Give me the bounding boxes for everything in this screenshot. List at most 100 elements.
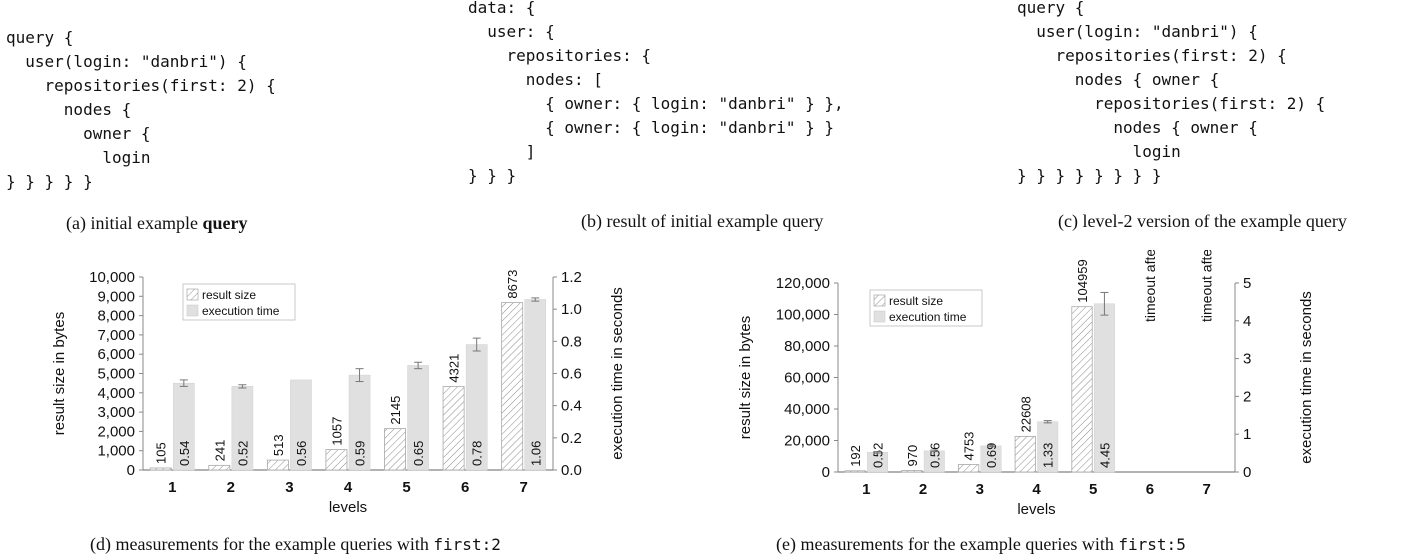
y2-tick-label: 4	[1243, 313, 1251, 330]
x-tick-label: 5	[1089, 481, 1097, 498]
y2-tick-label: 3	[1243, 351, 1251, 368]
bar-value-label: 4.45	[1097, 443, 1112, 468]
code-level2-query: query { user(login: "danbri") { reposito…	[1017, 0, 1326, 185]
y2-axis-title: execution time in seconds	[1298, 291, 1315, 464]
caption-code: first:5	[1118, 535, 1186, 554]
caption-text: measurements for the example queries wit…	[115, 534, 434, 554]
caption-label: (b)	[581, 211, 602, 231]
y-tick-label: 100,000	[776, 307, 830, 324]
y2-tick-label: 1.2	[561, 269, 582, 286]
y-tick-label: 5,000	[97, 366, 135, 383]
y-tick-label: 9,000	[97, 288, 135, 305]
y2-axis-title: execution time in seconds	[609, 287, 626, 460]
bar-result-size	[149, 467, 172, 471]
x-tick-label: 7	[1202, 481, 1210, 498]
caption-label: (c)	[1058, 211, 1078, 231]
caption-label: (a)	[66, 213, 86, 233]
chart-first-5: 0 20,000 40,000 60,000 80,000 100,000 120,000 0…	[737, 250, 1315, 518]
bar-result-size	[325, 449, 348, 471]
bar-value-label: 0.78	[470, 441, 485, 466]
bar-result-size	[957, 464, 980, 473]
x-tick-label: 4	[1032, 481, 1041, 498]
legend: result size execution time	[869, 289, 983, 327]
y-axis-title: result size in bytes	[737, 316, 754, 439]
bar-result-size	[844, 470, 866, 473]
caption-text: result of initial example query	[606, 211, 824, 231]
x-tick-label: 1	[862, 481, 870, 498]
bar-value-label: 4321	[447, 354, 462, 383]
y-tick-label: 0	[822, 464, 830, 481]
bar-result-size	[208, 464, 231, 471]
y2-tick-label: 2	[1243, 388, 1251, 405]
caption-label: (e)	[776, 534, 796, 554]
legend-label: execution time	[889, 310, 967, 324]
code-query-result: data: { user: { repositories: { nodes: […	[468, 0, 844, 185]
bar-value-label: 0.52	[871, 443, 886, 468]
caption-a: (a) initial example query	[66, 213, 247, 234]
y-tick-label: 10,000	[89, 269, 135, 286]
y2-tick-label: 0.8	[561, 333, 582, 350]
x-tick-label: 3	[285, 479, 293, 496]
bar-value-label: 22608	[1018, 396, 1033, 432]
timeout-annotation: timeout after ca. 10 secs	[1142, 250, 1158, 322]
y2-tick-label: 1.0	[561, 301, 582, 318]
bar-result-size	[384, 428, 406, 471]
y2-tick-label: 1	[1243, 426, 1251, 443]
x-axis-title: levels	[329, 499, 367, 516]
x-tick-label: 2	[227, 479, 235, 496]
bar-result-size	[266, 459, 289, 471]
caption-c: (c) level-2 version of the example query	[1058, 211, 1347, 232]
y-tick-label: 8,000	[97, 308, 135, 325]
caption-bold: query	[202, 213, 248, 233]
y-tick-label: 7,000	[97, 327, 135, 344]
bar-value-label: 192	[848, 445, 863, 467]
y-tick-label: 1,000	[97, 443, 135, 460]
y2-tick-label: 0	[1243, 464, 1251, 481]
x-tick-label: 4	[344, 479, 353, 496]
bar-result-size	[442, 386, 465, 471]
bar-value-label: 970	[905, 445, 920, 467]
y2-tick-label: 0.4	[561, 398, 582, 415]
caption-e: (e) measurements for the example queries…	[776, 534, 1186, 555]
y-tick-label: 120,000	[776, 275, 830, 292]
y2-tick-label: 0.2	[561, 430, 582, 447]
y-tick-label: 0	[127, 462, 135, 479]
bar-value-label: 2145	[388, 396, 403, 425]
bar-result-size	[1014, 435, 1036, 473]
bar-value-label: 513	[271, 434, 286, 456]
bar-result-size	[901, 470, 923, 473]
y-axis-title: result size in bytes	[51, 312, 68, 435]
bar-value-label: 241	[212, 440, 227, 462]
legend-swatch-execution-time	[186, 304, 199, 317]
caption-code: first:2	[433, 535, 501, 554]
y2-tick-label: 0.0	[561, 462, 582, 479]
legend-swatch-execution-time	[873, 310, 886, 323]
bar-value-label: 0.52	[235, 441, 250, 466]
bar-value-label: 104959	[1075, 259, 1090, 302]
bar-value-label: 8673	[505, 270, 520, 299]
y-tick-label: 40,000	[784, 401, 830, 418]
x-tick-label: 6	[1146, 481, 1154, 498]
y2-tick-label: 0.6	[561, 366, 582, 383]
bar-value-label: 0.65	[411, 441, 426, 466]
y-tick-label: 3,000	[97, 404, 135, 421]
bar-value-label: 1057	[329, 417, 344, 446]
bar-value-label: 0.56	[927, 443, 942, 468]
chart-first-2: 0 1,000 2,000 3,000 4,000 5,000 6,000 7,000 8,00…	[51, 269, 626, 516]
x-tick-label: 3	[976, 481, 984, 498]
legend-label: result size	[202, 288, 256, 302]
y-tick-label: 4,000	[97, 385, 135, 402]
bar-value-label: 1.06	[528, 441, 543, 466]
y-tick-label: 2,000	[97, 423, 135, 440]
legend: result size execution time	[182, 283, 296, 321]
y2-tick-label: 5	[1243, 275, 1251, 292]
legend-label: execution time	[202, 304, 280, 318]
x-tick-label: 6	[461, 479, 469, 496]
bar-value-label: 0.56	[294, 441, 309, 466]
bar-value-label: 1.33	[1041, 443, 1056, 468]
bar-value-label: 0.59	[353, 441, 368, 466]
legend-swatch-result-size	[873, 294, 886, 307]
code-initial-query: query { user(login: "danbri") { reposito…	[6, 28, 276, 191]
y-tick-label: 6,000	[97, 346, 135, 363]
caption-d: (d) measurements for the example queries…	[90, 534, 501, 555]
